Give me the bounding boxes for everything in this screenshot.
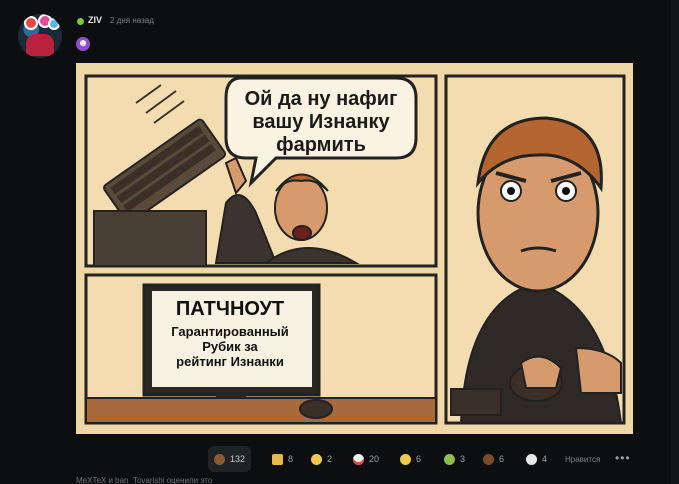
- reaction-count: 20: [369, 454, 380, 464]
- more-options-button[interactable]: •••: [615, 451, 631, 465]
- author-name[interactable]: ZIV: [88, 15, 102, 25]
- reaction-grimace[interactable]: 2: [311, 446, 332, 472]
- reaction-neutral[interactable]: 6: [400, 446, 421, 472]
- neutral-face-icon: [400, 453, 411, 465]
- grimace-face-icon: [311, 453, 322, 465]
- skull-icon: [526, 453, 537, 465]
- like-button[interactable]: Нравится: [565, 455, 600, 464]
- thumbs-down-icon: [272, 453, 283, 465]
- rated-by-text[interactable]: MeXTeX и ban_Tovarishi оценили это: [76, 476, 212, 484]
- comic-illustration: Ой да ну нафиг вашу Изнанку фармить ПАТЧНО…: [76, 63, 633, 434]
- reaction-count: 4: [542, 454, 548, 464]
- scrollbar-track[interactable]: [671, 0, 679, 484]
- reaction-count: 6: [416, 454, 422, 464]
- monitor-title: ПАТЧНОУТ: [176, 298, 284, 320]
- reaction-count: 3: [460, 454, 466, 464]
- online-status-indicator: [77, 18, 84, 25]
- reaction-thumbs-down[interactable]: 8: [272, 446, 293, 472]
- reaction-clown[interactable]: 20: [353, 446, 379, 472]
- nauseated-face-icon: [444, 453, 455, 465]
- reaction-count: 8: [288, 454, 294, 464]
- reaction-nauseated[interactable]: 3: [444, 446, 465, 472]
- author-avatar[interactable]: [18, 14, 62, 58]
- post-image-comic[interactable]: Ой да ну нафиг вашу Изнанку фармить ПАТЧНО…: [76, 63, 633, 434]
- mammoth-icon: [483, 453, 494, 465]
- reaction-count: 6: [499, 454, 505, 464]
- post-timestamp[interactable]: 2 дня назад: [110, 16, 154, 25]
- clown-face-icon: [353, 453, 364, 465]
- reaction-poop[interactable]: 132: [208, 446, 252, 472]
- reaction-mammoth[interactable]: 6: [483, 446, 504, 472]
- reaction-skull[interactable]: 4: [526, 446, 547, 472]
- reaction-count: 132: [230, 454, 246, 464]
- reaction-count: 2: [327, 454, 333, 464]
- post-card: ZIV 2 дня назад ☻ Ой да ну нафиг вашу Из…: [0, 0, 679, 484]
- smiling-imp-icon: ☻: [76, 37, 90, 51]
- poop-icon: [214, 453, 225, 465]
